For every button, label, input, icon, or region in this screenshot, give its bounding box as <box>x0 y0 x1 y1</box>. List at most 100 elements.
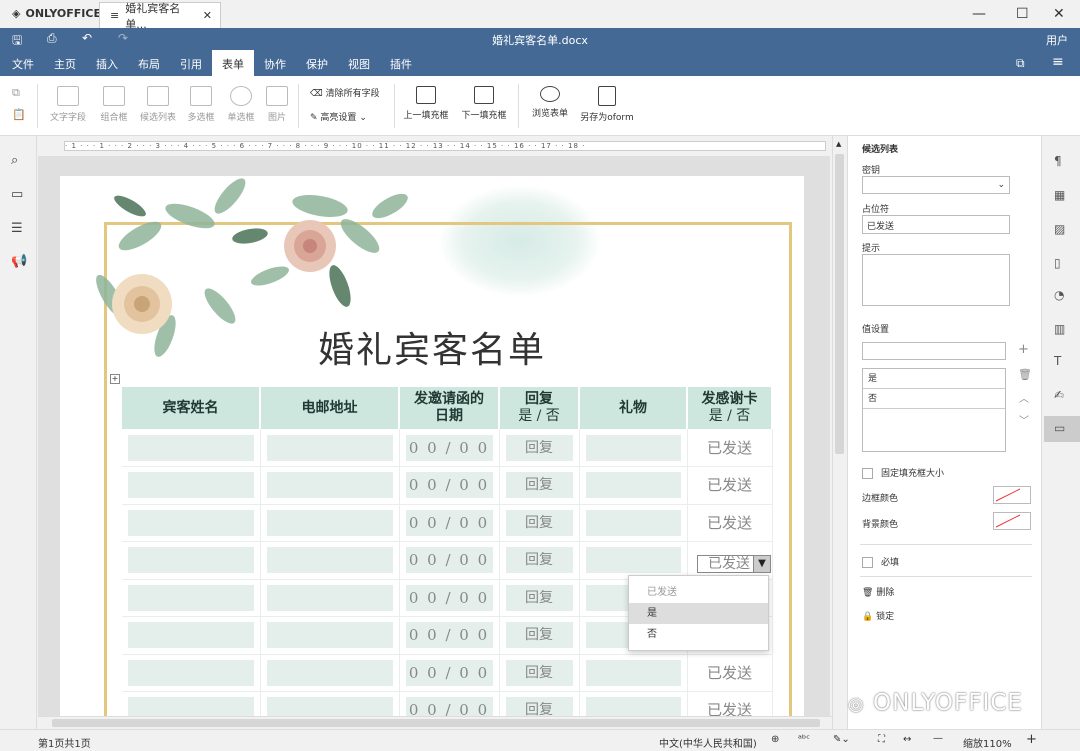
name-field[interactable] <box>128 509 254 536</box>
gift-field[interactable] <box>585 547 681 574</box>
open-location-icon[interactable]: ⧉ <box>1016 56 1025 71</box>
prev-field-button[interactable]: 上一填充框 <box>400 86 452 121</box>
paragraph-icon[interactable]: ¶ <box>1054 154 1062 168</box>
email-field[interactable] <box>266 547 393 574</box>
next-field-button[interactable]: 下一填充框 <box>458 86 510 121</box>
date-field[interactable]: 0 0 / 0 0 <box>405 659 493 686</box>
tab-layout[interactable]: 布局 <box>128 50 170 76</box>
email-field[interactable] <box>266 472 393 499</box>
gift-field[interactable] <box>585 697 681 716</box>
image-button[interactable]: 图片 <box>262 86 292 123</box>
dropdown-option[interactable]: 否 <box>629 624 768 645</box>
reply-field[interactable]: 回复 <box>505 697 573 716</box>
tab-view[interactable]: 视图 <box>338 50 380 76</box>
value-item[interactable]: 否 <box>863 389 1005 409</box>
email-field[interactable] <box>266 584 393 611</box>
tip-textarea[interactable] <box>862 254 1010 306</box>
email-field[interactable] <box>266 697 393 716</box>
gift-field[interactable] <box>585 434 681 461</box>
date-field[interactable]: 0 0 / 0 0 <box>405 509 493 536</box>
name-field[interactable] <box>128 547 254 574</box>
name-field[interactable] <box>128 659 254 686</box>
placeholder-input[interactable]: 已发送 <box>862 215 1010 234</box>
tab-collaboration[interactable]: 协作 <box>254 50 296 76</box>
search-icon[interactable]: ⌕ <box>11 153 18 168</box>
thanks-card-field[interactable]: 已发送 <box>694 510 766 536</box>
minimize-button[interactable]: — <box>972 6 986 22</box>
copy-icon[interactable]: ⧉ <box>12 86 20 100</box>
fixed-size-checkbox[interactable]: 固定填充框大小 <box>862 466 944 479</box>
globe-icon[interactable]: ⊕ <box>771 734 779 745</box>
gift-field[interactable] <box>585 659 681 686</box>
chart-icon[interactable]: ▥ <box>1054 322 1065 336</box>
name-field[interactable] <box>128 472 254 499</box>
textart-icon[interactable]: T <box>1054 354 1061 368</box>
thanks-card-field[interactable]: 已发送 <box>694 697 766 716</box>
fit-width-icon[interactable]: ↔ <box>903 734 911 745</box>
zoom-out-icon[interactable]: — <box>933 733 943 744</box>
name-field[interactable] <box>128 697 254 716</box>
add-value-icon[interactable]: + <box>1018 342 1029 357</box>
tab-protection[interactable]: 保护 <box>296 50 338 76</box>
email-field[interactable] <box>266 509 393 536</box>
date-field[interactable]: 0 0 / 0 0 <box>405 472 493 499</box>
tab-forms[interactable]: 表单 <box>212 50 254 76</box>
move-up-icon[interactable]: ︿ <box>1019 390 1029 405</box>
fit-page-icon[interactable]: ⛶ <box>878 734 885 745</box>
paste-icon[interactable]: 📋 <box>12 108 26 121</box>
scroll-thumb-h[interactable] <box>52 719 820 727</box>
vertical-scrollbar[interactable]: ▲ <box>832 136 846 729</box>
delete-button[interactable]: 🗑 删除 <box>862 585 894 598</box>
dropdown-option[interactable]: 已发送 <box>629 582 768 603</box>
language-label[interactable]: 中文(中华人民共和国) <box>659 735 757 750</box>
thanks-card-field[interactable]: 已发送 <box>694 435 766 461</box>
tab-plugins[interactable]: 插件 <box>380 50 422 76</box>
close-tab-icon[interactable]: ✕ <box>203 9 212 22</box>
navigation-icon[interactable]: ☰ <box>11 221 23 236</box>
gift-field[interactable] <box>585 472 681 499</box>
header-footer-icon[interactable]: ▯ <box>1054 256 1061 270</box>
date-field[interactable]: 0 0 / 0 0 <box>405 622 493 649</box>
reply-field[interactable]: 回复 <box>505 547 573 574</box>
value-input[interactable] <box>862 342 1006 360</box>
border-color-picker[interactable] <box>993 486 1031 504</box>
signature-icon[interactable]: ✍ <box>1054 388 1064 402</box>
email-field[interactable] <box>266 622 393 649</box>
form-settings-tab[interactable]: ▭ <box>1044 416 1080 442</box>
move-down-icon[interactable]: ﹀ <box>1019 412 1029 427</box>
checkbox-button[interactable]: 多选框 <box>184 86 218 123</box>
key-select[interactable]: ⌄ <box>862 176 1010 194</box>
maximize-button[interactable]: ☐ <box>1016 6 1029 22</box>
name-field[interactable] <box>128 622 254 649</box>
table-move-handle[interactable]: + <box>110 374 120 384</box>
required-checkbox[interactable]: 必填 <box>862 555 899 568</box>
thanks-card-field[interactable]: 已发送 <box>694 472 766 498</box>
track-changes-icon[interactable]: ✎⌄ <box>833 734 850 745</box>
save-oform-button[interactable]: 另存为oform <box>578 86 636 123</box>
zoom-in-icon[interactable]: + <box>1026 732 1037 747</box>
user-label[interactable]: 用户 <box>1046 32 1068 48</box>
highlight-button[interactable]: ✎ 高亮设置 ⌄ <box>310 110 367 123</box>
document-tab[interactable]: ≡ 婚礼宾客名单... ✕ <box>99 2 221 31</box>
trash-icon[interactable]: 🗑 <box>1018 368 1032 381</box>
value-item[interactable]: 是 <box>863 369 1005 389</box>
image-icon[interactable]: ▨ <box>1054 222 1065 236</box>
radio-button[interactable]: 单选框 <box>224 86 258 123</box>
reply-field[interactable]: 回复 <box>505 472 573 499</box>
email-field[interactable] <box>266 434 393 461</box>
reply-field[interactable]: 回复 <box>505 509 573 536</box>
table-icon[interactable]: ▦ <box>1054 188 1065 202</box>
dropdown-button[interactable]: 候选列表 <box>136 86 180 123</box>
comments-icon[interactable]: ▭ <box>11 187 23 202</box>
scroll-thumb[interactable] <box>835 154 844 454</box>
tab-insert[interactable]: 插入 <box>86 50 128 76</box>
text-field-button[interactable]: 文字字段 <box>46 86 90 123</box>
combo-box-button[interactable]: 组合框 <box>94 86 134 123</box>
clear-fields-button[interactable]: ⌫ 清除所有字段 <box>310 86 380 99</box>
close-button[interactable]: ✕ <box>1053 6 1065 22</box>
email-field[interactable] <box>266 659 393 686</box>
shape-icon[interactable]: ◔ <box>1054 288 1064 302</box>
gift-field[interactable] <box>585 509 681 536</box>
date-field[interactable]: 0 0 / 0 0 <box>405 584 493 611</box>
date-field[interactable]: 0 0 / 0 0 <box>405 547 493 574</box>
